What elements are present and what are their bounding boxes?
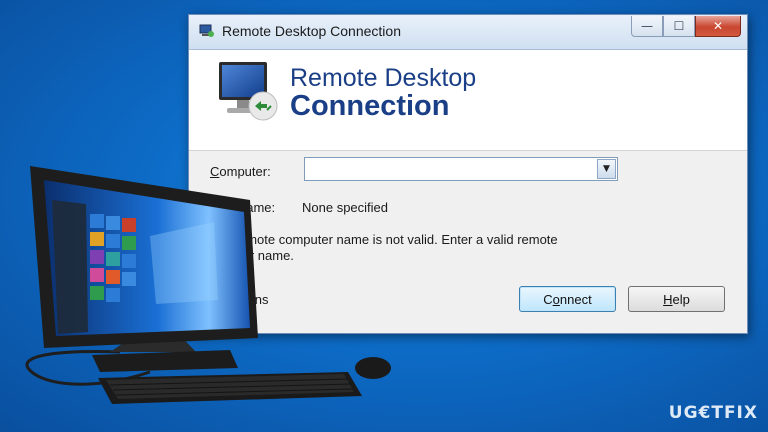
show-options-link[interactable]: tions — [241, 292, 268, 307]
computer-label-rest: omputer: — [219, 164, 271, 179]
monitor-stand — [110, 325, 196, 352]
connect-label-rest: nnect — [559, 291, 592, 307]
minimize-button[interactable]: — — [631, 16, 663, 37]
error-message-line1: emote computer name is not valid. Enter … — [239, 232, 558, 247]
ugetfix-watermark: UG€TFIX — [668, 403, 758, 423]
window-title: Remote Desktop Connection — [222, 23, 401, 39]
computer-input[interactable] — [307, 160, 596, 180]
computer-label-accesskey: C — [210, 164, 220, 179]
monitor-base — [92, 350, 238, 372]
keyboard — [98, 372, 362, 404]
mouse — [355, 357, 391, 379]
rdc-window: Remote Desktop Connection — ☐ ✕ Remote D… — [188, 14, 748, 334]
error-message-line2: ter name. — [239, 248, 294, 263]
chevron-down-icon[interactable]: ▼ — [597, 159, 616, 179]
remote-desktop-monitor-icon — [219, 62, 278, 121]
help-label-rest: elp — [672, 291, 690, 307]
username-label: name: — [239, 200, 276, 215]
start-menu — [52, 200, 88, 334]
maximize-button[interactable]: ☐ — [663, 16, 695, 37]
header-banner: Remote Desktop Connection — [189, 50, 747, 151]
computer-combobox[interactable]: ▼ — [304, 157, 618, 181]
connect-label-accesskey: o — [552, 291, 560, 307]
start-tiles — [90, 214, 136, 302]
rdc-app-icon — [199, 24, 214, 37]
window-controls: — ☐ ✕ — [631, 16, 741, 37]
connect-label-first: C — [543, 291, 553, 307]
help-button[interactable]: Help — [628, 286, 725, 312]
help-label-accesskey: H — [663, 291, 673, 307]
computer-label: Computer: — [210, 164, 271, 179]
banner-title-line1: Remote Desktop — [290, 64, 477, 92]
connect-button[interactable]: Co nnect — [519, 286, 616, 312]
close-button[interactable]: ✕ — [695, 16, 741, 37]
title-bar[interactable]: Remote Desktop Connection — ☐ ✕ — [189, 15, 747, 50]
username-value: None specified — [302, 200, 388, 215]
banner-title-line2: Connection — [290, 90, 450, 122]
